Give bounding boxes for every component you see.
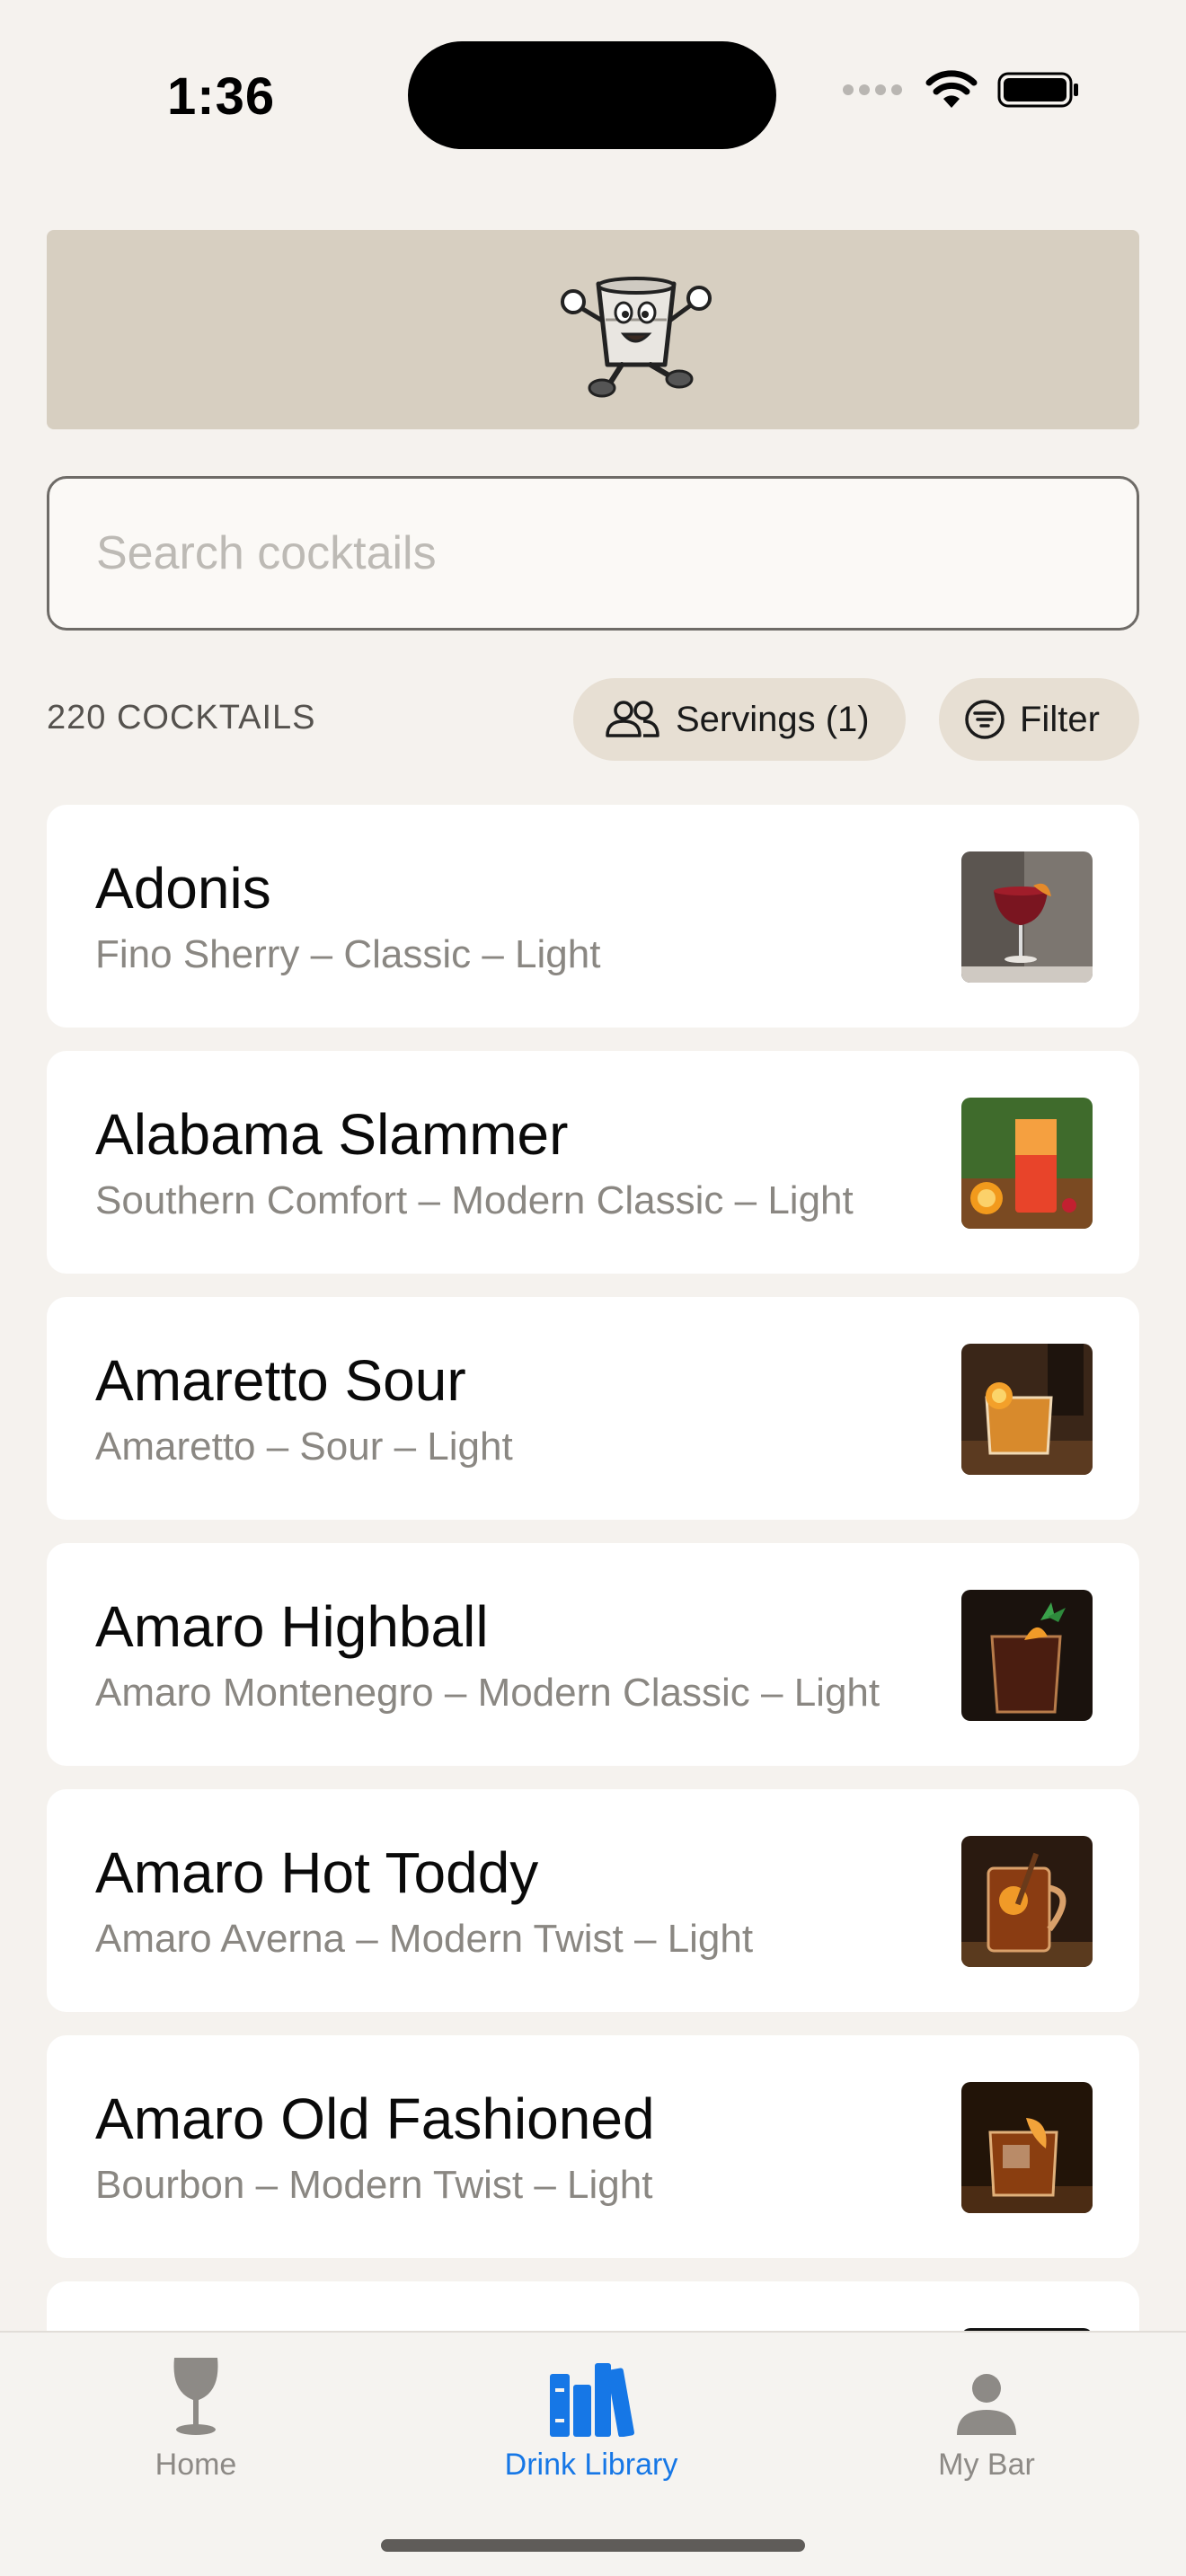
cocktail-thumbnail [961,1590,1093,1721]
cocktail-card[interactable]: Amaro Highball Amaro Montenegro – Modern… [47,1543,1139,1766]
status-time: 1:36 [167,67,276,126]
wifi-icon [925,70,978,108]
cocktail-meta: Bourbon – Modern Twist – Light [95,2163,653,2207]
servings-label: Servings (1) [676,699,870,739]
cocktail-thumbnail [961,2082,1093,2213]
cocktail-meta: Fino Sherry – Classic – Light [95,932,601,976]
cocktail-name: Amaro Highball [95,1594,489,1659]
cocktail-name: Amaro Hot Toddy [95,1840,539,1905]
tab-home[interactable]: Home [61,2347,331,2491]
dynamic-island [408,41,776,149]
cocktail-name: Alabama Slammer [95,1102,569,1167]
cocktail-count: 220 COCKTAILS [47,699,316,737]
home-indicator[interactable] [381,2539,805,2552]
people-icon [606,701,659,737]
cocktail-thumbnail [961,1098,1093,1229]
cocktail-meta: Amaretto – Sour – Light [95,1425,513,1469]
cocktail-card[interactable]: Amaretto Sour Amaretto – Sour – Light [47,1297,1139,1520]
cocktail-meta: Amaro Averna – Modern Twist – Light [95,1917,754,1961]
books-icon [550,2363,634,2437]
cocktail-thumbnail [961,1344,1093,1475]
cocktail-glass-mascot-icon [561,277,712,398]
cellular-signal-icon [843,84,902,95]
cocktail-card[interactable] [47,2281,1139,2332]
cocktail-list[interactable]: Adonis Fino Sherry – Classic – Light Ala… [0,805,1186,2332]
tab-home-label: Home [155,2448,237,2482]
cocktail-meta: Southern Comfort – Modern Classic – Ligh… [95,1178,854,1222]
filter-button[interactable]: Filter [939,678,1139,761]
cocktail-card[interactable]: Amaro Old Fashioned Bourbon – Modern Twi… [47,2035,1139,2258]
filter-label: Filter [1020,699,1100,739]
cocktail-thumbnail [961,851,1093,983]
tab-my-bar-label: My Bar [938,2448,1035,2482]
cocktail-name: Amaro Old Fashioned [95,2086,655,2151]
status-icons [843,70,1080,110]
cocktail-meta: Amaro Montenegro – Modern Classic – Ligh… [95,1671,881,1715]
tab-my-bar[interactable]: My Bar [852,2347,1121,2491]
battery-icon [997,72,1078,108]
cocktail-card[interactable]: Amaro Hot Toddy Amaro Averna – Modern Tw… [47,1789,1139,2012]
cocktail-thumbnail [961,1836,1093,1967]
cocktail-card[interactable]: Adonis Fino Sherry – Classic – Light [47,805,1139,1028]
person-icon [957,2374,1016,2435]
filter-lines-icon [965,700,1005,739]
search-input[interactable] [47,476,1139,631]
servings-button[interactable]: Servings (1) [573,678,906,761]
header-banner [47,230,1139,429]
cocktail-name: Adonis [95,856,271,921]
wine-glass-icon [173,2358,218,2435]
tab-drink-library[interactable]: Drink Library [456,2347,726,2491]
tab-drink-library-label: Drink Library [504,2448,678,2482]
status-bar: 1:36 [0,0,1186,189]
cocktail-card[interactable]: Alabama Slammer Southern Comfort – Moder… [47,1051,1139,1274]
cocktail-name: Amaretto Sour [95,1348,466,1413]
